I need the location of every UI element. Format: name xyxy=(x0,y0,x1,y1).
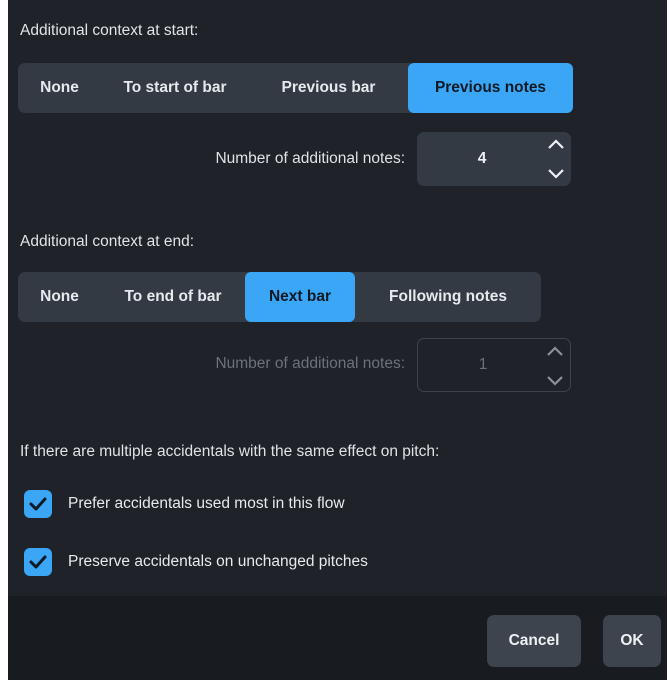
start-option-previous-notes[interactable]: Previous notes xyxy=(408,63,573,113)
chevron-up-icon[interactable] xyxy=(545,134,567,154)
chevron-up-icon[interactable] xyxy=(544,341,566,361)
dialog-footer: Cancel OK xyxy=(8,596,667,680)
start-notes-value[interactable]: 4 xyxy=(417,150,547,168)
start-notes-label: Number of additional notes: xyxy=(215,150,405,167)
checkmark-icon xyxy=(29,497,47,511)
cancel-button[interactable]: Cancel xyxy=(487,615,581,667)
preserve-accidentals-label: Preserve accidentals on unchanged pitche… xyxy=(68,553,368,570)
start-notes-stepper-arrows xyxy=(545,134,567,184)
start-option-none[interactable]: None xyxy=(18,63,101,113)
prefer-accidentals-checkbox[interactable] xyxy=(24,490,52,518)
end-option-following-notes[interactable]: Following notes xyxy=(355,272,541,322)
end-option-next-bar[interactable]: Next bar xyxy=(245,272,355,322)
preserve-accidentals-option[interactable]: Preserve accidentals on unchanged pitche… xyxy=(24,548,368,576)
start-option-to-start-of-bar[interactable]: To start of bar xyxy=(101,63,249,113)
end-context-heading: Additional context at end: xyxy=(20,233,195,250)
chevron-down-icon[interactable] xyxy=(544,371,566,391)
chevron-down-icon[interactable] xyxy=(545,164,567,184)
prefer-accidentals-label: Prefer accidentals used most in this flo… xyxy=(68,495,345,512)
end-option-to-end-of-bar[interactable]: To end of bar xyxy=(101,272,245,322)
start-context-heading: Additional context at start: xyxy=(20,22,199,39)
start-option-previous-bar[interactable]: Previous bar xyxy=(249,63,408,113)
end-notes-stepper[interactable]: 1 xyxy=(417,338,571,392)
preserve-accidentals-checkbox[interactable] xyxy=(24,548,52,576)
prefer-accidentals-option[interactable]: Prefer accidentals used most in this flo… xyxy=(24,490,345,518)
dialog: Additional context at start: None To sta… xyxy=(8,0,667,680)
ok-button[interactable]: OK xyxy=(603,615,661,667)
end-notes-label: Number of additional notes: xyxy=(215,355,405,372)
start-context-segmented-control: None To start of bar Previous bar Previo… xyxy=(18,63,573,113)
accidentals-heading: If there are multiple accidentals with t… xyxy=(20,443,440,460)
end-notes-stepper-arrows xyxy=(544,341,566,391)
end-context-segmented-control: None To end of bar Next bar Following no… xyxy=(18,272,541,322)
end-notes-value[interactable]: 1 xyxy=(418,356,548,374)
end-option-none[interactable]: None xyxy=(18,272,101,322)
start-notes-stepper[interactable]: 4 xyxy=(417,132,571,186)
checkmark-icon xyxy=(29,555,47,569)
